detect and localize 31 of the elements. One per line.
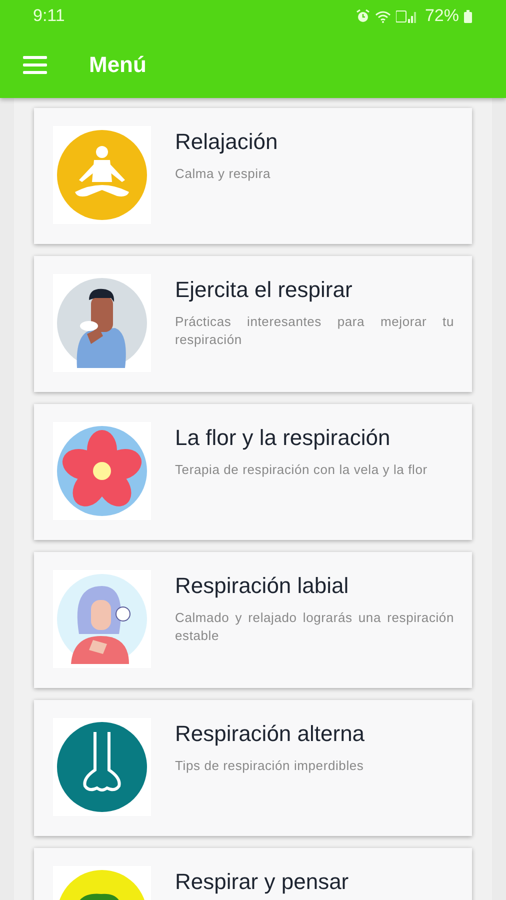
wifi-icon	[374, 10, 391, 22]
card-subtitle: Calma y respira	[175, 165, 272, 183]
card-subtitle: Calmado y relajado lograrás una respiración estable	[175, 609, 454, 646]
menu-card[interactable]: Respiración labial Calmado y relajado lograrás una respiración estable	[34, 552, 472, 688]
battery-level: 72%	[424, 6, 459, 26]
card-subtitle: Terapia de respiración con la vela y la flor	[175, 461, 428, 479]
card-title: Respiración alterna	[175, 721, 366, 747]
menu-card[interactable]: Respirar y pensar	[34, 848, 472, 900]
card-title: La flor y la respiración	[175, 425, 392, 451]
menu-card[interactable]: Ejercita el respirar Prácticas interesantes para mejorar tu respiración	[34, 256, 472, 392]
alarm-icon	[356, 9, 370, 23]
menu-card[interactable]: La flor y la respiración Terapia de respiración con la vela y la flor	[34, 404, 472, 540]
card-title: Ejercita el respirar	[175, 277, 354, 303]
battery-icon	[464, 10, 472, 22]
menu-icon	[23, 56, 47, 74]
app-title: Menú	[89, 52, 146, 78]
menu-button[interactable]	[23, 56, 47, 74]
signal-icon	[396, 10, 418, 22]
nose-icon	[57, 722, 147, 812]
menu-card[interactable]: Relajación Calma y respira	[34, 108, 472, 244]
status-time: 9:11	[33, 6, 65, 26]
person-icon	[57, 574, 147, 664]
card-title: Relajación	[175, 129, 279, 155]
card-title: Respirar y pensar	[175, 869, 350, 895]
meditation-icon	[57, 130, 147, 220]
card-subtitle: Tips de respiración imperdibles	[175, 757, 365, 775]
card-title: Respiración labial	[175, 573, 350, 599]
person-icon	[57, 278, 147, 368]
flower-icon	[57, 426, 147, 516]
menu-card[interactable]: Respiración alterna Tips de respiración imperdibles	[34, 700, 472, 836]
card-subtitle: Prácticas interesantes para mejorar tu respiración	[175, 313, 454, 350]
